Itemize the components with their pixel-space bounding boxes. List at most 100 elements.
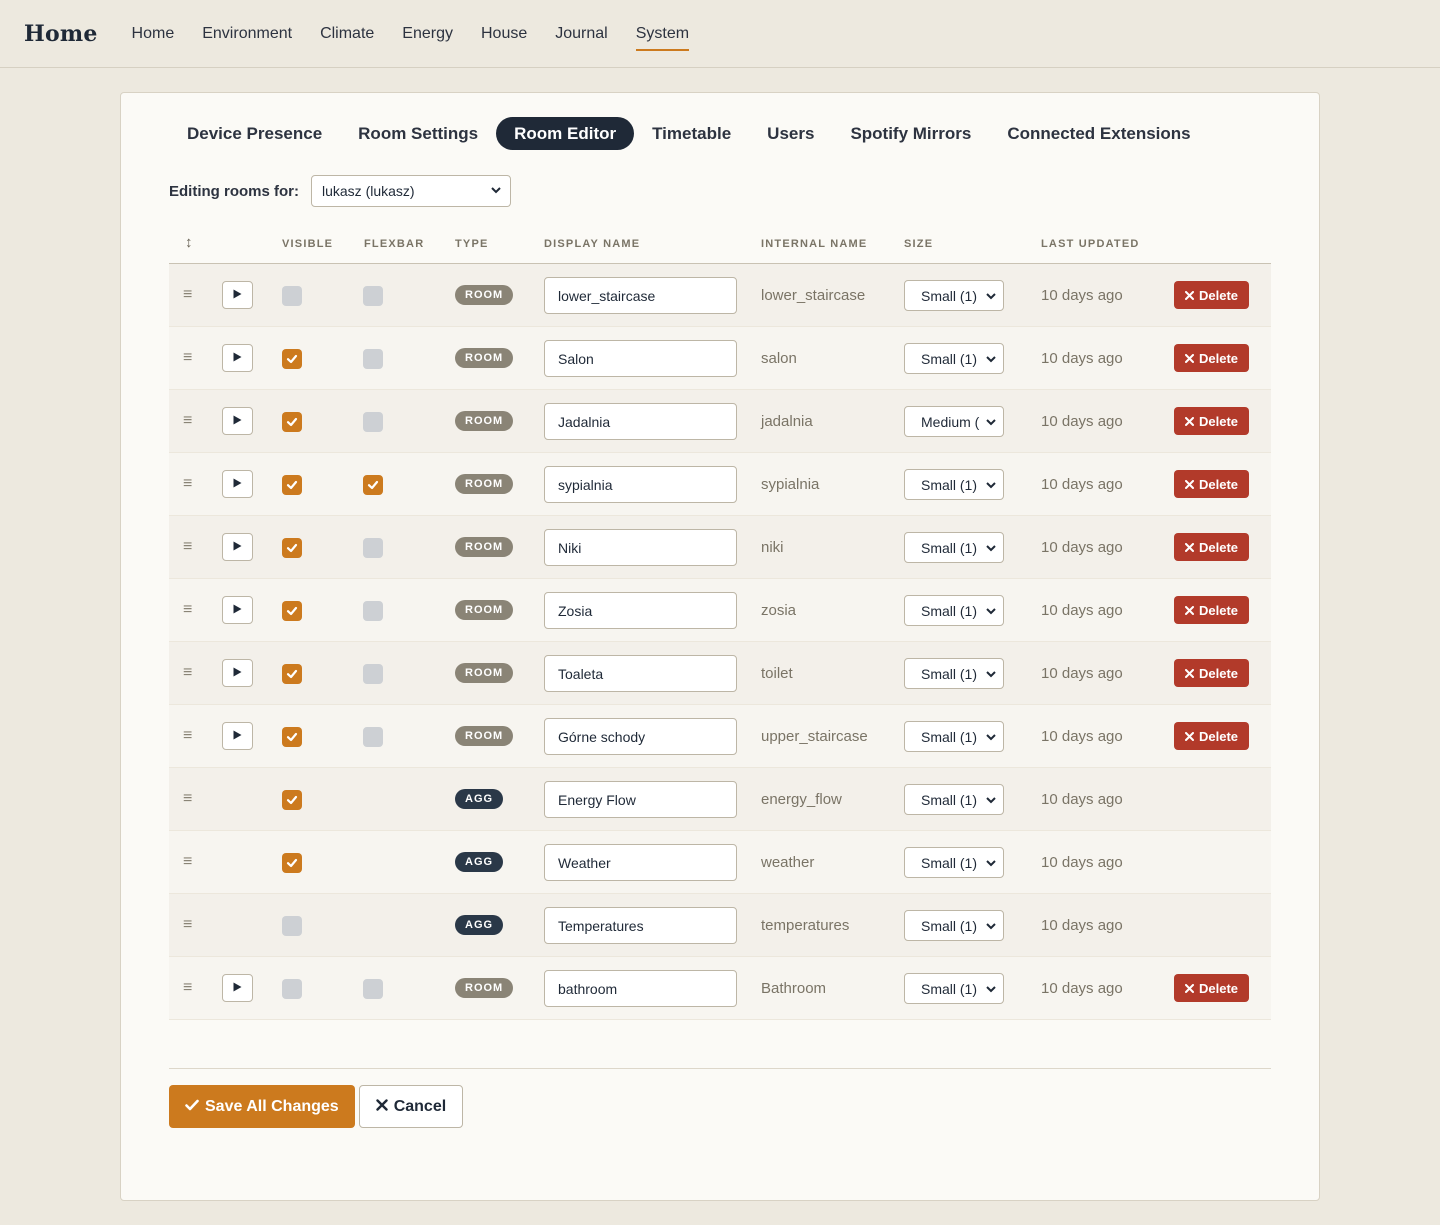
drag-handle-icon[interactable]: ≡ [183,475,197,493]
expand-row-button[interactable] [222,659,253,687]
display-name-input[interactable] [544,403,737,440]
expand-row-button[interactable] [222,596,253,624]
nav-link-house[interactable]: House [467,0,541,68]
drag-handle-icon[interactable]: ≡ [183,286,197,304]
type-badge: ROOM [455,600,514,620]
visible-checkbox[interactable] [282,853,302,873]
nav-link-energy[interactable]: Energy [388,0,467,68]
play-icon [233,979,242,997]
owner-select[interactable]: lukasz (lukasz) [311,175,511,207]
display-name-input[interactable] [544,655,737,692]
save-all-button[interactable]: Save All Changes [169,1085,355,1128]
sort-icon[interactable]: ↕ [185,234,193,251]
delete-button[interactable]: Delete [1174,974,1249,1002]
size-select[interactable]: Small (1) [904,280,1004,311]
visible-checkbox[interactable] [282,664,302,684]
tab-connected-extensions[interactable]: Connected Extensions [989,117,1208,150]
expand-row-button[interactable] [222,722,253,750]
nav-link-system[interactable]: System [622,0,703,68]
delete-button[interactable]: Delete [1174,344,1249,372]
display-name-input[interactable] [544,781,737,818]
flexbar-checkbox[interactable] [363,475,383,495]
display-name-input[interactable] [544,844,737,881]
delete-button[interactable]: Delete [1174,722,1249,750]
size-select[interactable]: Small (1) [904,532,1004,563]
tab-device-presence[interactable]: Device Presence [175,117,340,150]
expand-row-button[interactable] [222,281,253,309]
visible-checkbox[interactable] [282,475,302,495]
size-select-value: Small (1) [921,791,978,808]
drag-handle-icon[interactable]: ≡ [183,538,197,556]
display-name-input[interactable] [544,592,737,629]
expand-row-button[interactable] [222,470,253,498]
visible-checkbox[interactable] [282,916,302,936]
delete-button[interactable]: Delete [1174,470,1249,498]
visible-checkbox[interactable] [282,538,302,558]
size-select[interactable]: Small (1) [904,343,1004,374]
display-name-input[interactable] [544,466,737,503]
tab-spotify-mirrors[interactable]: Spotify Mirrors [832,117,989,150]
drag-handle-icon[interactable]: ≡ [183,601,197,619]
display-name-input[interactable] [544,907,737,944]
visible-checkbox[interactable] [282,286,302,306]
nav-link-journal[interactable]: Journal [541,0,621,68]
drag-handle-icon[interactable]: ≡ [183,664,197,682]
display-name-input[interactable] [544,277,737,314]
flexbar-checkbox[interactable] [363,349,383,369]
nav-link-home[interactable]: Home [118,0,189,68]
size-select[interactable]: Medium ( [904,406,1004,437]
display-name-input[interactable] [544,718,737,755]
drag-handle-icon[interactable]: ≡ [183,790,197,808]
display-name-input[interactable] [544,529,737,566]
flexbar-checkbox[interactable] [363,286,383,306]
size-select[interactable]: Small (1) [904,847,1004,878]
delete-button[interactable]: Delete [1174,281,1249,309]
size-select[interactable]: Small (1) [904,910,1004,941]
check-icon [286,605,298,617]
delete-button[interactable]: Delete [1174,407,1249,435]
cancel-button[interactable]: Cancel [358,1085,464,1128]
flexbar-checkbox[interactable] [363,538,383,558]
delete-button[interactable]: Delete [1174,533,1249,561]
display-name-input[interactable] [544,970,737,1007]
delete-button[interactable]: Delete [1174,659,1249,687]
drag-handle-icon[interactable]: ≡ [183,979,197,997]
expand-row-button[interactable] [222,974,253,1002]
delete-button[interactable]: Delete [1174,596,1249,624]
tab-room-settings[interactable]: Room Settings [340,117,496,150]
display-name-input[interactable] [544,340,737,377]
tab-timetable[interactable]: Timetable [634,117,749,150]
size-select[interactable]: Small (1) [904,973,1004,1004]
brand-logo[interactable]: Home [24,21,98,47]
flexbar-checkbox[interactable] [363,727,383,747]
size-select[interactable]: Small (1) [904,784,1004,815]
expand-row-button[interactable] [222,533,253,561]
size-select[interactable]: Small (1) [904,658,1004,689]
visible-checkbox[interactable] [282,979,302,999]
expand-row-button[interactable] [222,344,253,372]
visible-checkbox[interactable] [282,790,302,810]
drag-handle-icon[interactable]: ≡ [183,727,197,745]
tab-room-editor[interactable]: Room Editor [496,117,635,150]
drag-handle-icon[interactable]: ≡ [183,853,197,871]
flexbar-checkbox[interactable] [363,979,383,999]
visible-checkbox[interactable] [282,727,302,747]
flexbar-checkbox[interactable] [363,412,383,432]
nav-link-climate[interactable]: Climate [306,0,388,68]
size-select-value: Small (1) [921,665,978,682]
nav-link-environment[interactable]: Environment [188,0,306,68]
visible-checkbox[interactable] [282,601,302,621]
visible-checkbox[interactable] [282,349,302,369]
visible-checkbox[interactable] [282,412,302,432]
type-badge: ROOM [455,978,514,998]
drag-handle-icon[interactable]: ≡ [183,916,197,934]
tab-users[interactable]: Users [749,117,832,150]
drag-handle-icon[interactable]: ≡ [183,349,197,367]
flexbar-checkbox[interactable] [363,664,383,684]
expand-row-button[interactable] [222,407,253,435]
drag-handle-icon[interactable]: ≡ [183,412,197,430]
flexbar-checkbox[interactable] [363,601,383,621]
size-select[interactable]: Small (1) [904,469,1004,500]
size-select[interactable]: Small (1) [904,595,1004,626]
size-select[interactable]: Small (1) [904,721,1004,752]
